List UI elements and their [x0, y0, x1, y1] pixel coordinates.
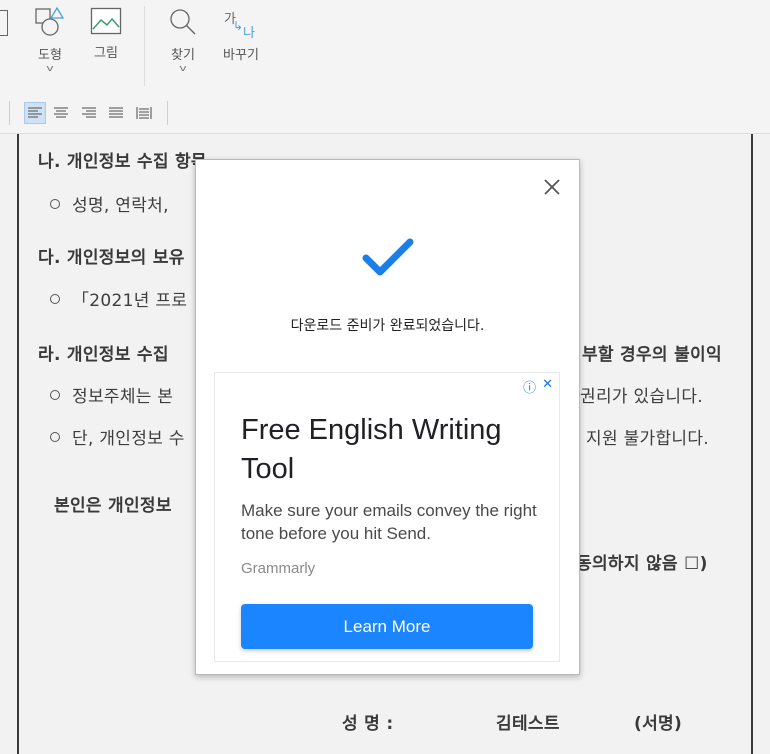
ribbon-toolbar: 도형 v 그림 찾기 v 가 ↳ 나 바꾸기: [0, 0, 770, 96]
chevron-down-icon[interactable]: v: [159, 64, 207, 74]
align-left-icon: [28, 107, 42, 118]
signature-label: (서명): [634, 714, 683, 734]
distribute-icon: [136, 107, 152, 119]
justify-button[interactable]: [105, 102, 127, 124]
table-icon-partial[interactable]: [0, 10, 8, 36]
shape-button[interactable]: 도형 v: [30, 6, 70, 74]
align-center-icon: [54, 107, 68, 118]
replace-button[interactable]: 가 ↳ 나 바꾸기: [220, 6, 262, 63]
shape-icon: [35, 6, 65, 36]
bullet-icon: [50, 390, 60, 400]
replace-label: 바꾸기: [223, 48, 259, 63]
list-item-cont: 지원 불가합니다.: [586, 429, 709, 449]
close-icon: [544, 179, 560, 195]
toolbar-separator: [167, 101, 168, 125]
list-item: 「2021년 프로: [50, 286, 187, 311]
shape-label: 도형: [38, 48, 62, 63]
section-heading: 라. 개인정보 수집: [38, 345, 169, 365]
search-icon: [170, 9, 196, 35]
checkmark-icon: [362, 238, 414, 276]
page-border-right: [751, 134, 753, 754]
download-ready-message: 다운로드 준비가 완료되었습니다.: [290, 318, 485, 334]
ad-info-icon[interactable]: ⓘ: [523, 377, 536, 396]
arrow-icon: ↳: [233, 19, 244, 33]
list-item: 정보주체는 본: [50, 382, 173, 407]
alignment-toolbar: [0, 95, 770, 134]
replace-icon: 가 ↳ 나: [224, 12, 255, 41]
picture-icon: [90, 7, 122, 35]
ad-description: Make sure your emails convey the right t…: [241, 501, 537, 543]
ad-brand[interactable]: Grammarly: [241, 560, 315, 577]
name-value: 김테스트: [496, 714, 560, 734]
justify-icon: [109, 107, 123, 118]
section-heading: 나. 개인정보 수집 항목: [38, 152, 207, 172]
list-item: 단, 개인정보 수: [50, 424, 185, 449]
name-label: 성 명 :: [342, 714, 394, 734]
bullet-icon: [50, 432, 60, 442]
consent-option: 동의하지 않음 ☐): [576, 554, 708, 574]
align-center-button[interactable]: [50, 102, 72, 124]
close-button[interactable]: [541, 176, 563, 198]
distribute-button[interactable]: [133, 102, 155, 124]
align-right-icon: [82, 107, 96, 118]
chevron-down-icon[interactable]: v: [22, 64, 78, 74]
ad-badges: ⓘ ✕: [523, 377, 553, 396]
ribbon-separator: [144, 6, 145, 86]
section-heading: 다. 개인정보의 보유: [38, 248, 185, 268]
advertisement[interactable]: ⓘ ✕ Free English Writing Tool Make sure …: [214, 372, 560, 662]
ad-title[interactable]: Free English Writing Tool: [241, 411, 541, 489]
page-border-left: [17, 134, 19, 754]
bullet-icon: [50, 294, 60, 304]
learn-more-button[interactable]: Learn More: [241, 604, 533, 649]
find-label: 찾기: [171, 48, 195, 63]
find-button[interactable]: 찾기 v: [166, 6, 200, 74]
consent-text: 본인은 개인정보: [54, 496, 172, 516]
toolbar-separator: [9, 101, 10, 125]
align-right-button[interactable]: [78, 102, 100, 124]
picture-label: 그림: [94, 46, 118, 61]
bullet-icon: [50, 199, 60, 209]
section-heading-cont: 거부할 경우의 불이익: [566, 345, 722, 365]
align-left-button[interactable]: [24, 102, 46, 124]
download-ready-dialog: 다운로드 준비가 완료되었습니다. ⓘ ✕ Free English Writi…: [195, 159, 580, 675]
list-item-cont: 권리가 있습니다.: [580, 387, 703, 407]
picture-button[interactable]: 그림: [89, 6, 123, 61]
list-item: 성명, 연락처,: [50, 191, 169, 216]
ad-close-icon[interactable]: ✕: [542, 377, 553, 396]
